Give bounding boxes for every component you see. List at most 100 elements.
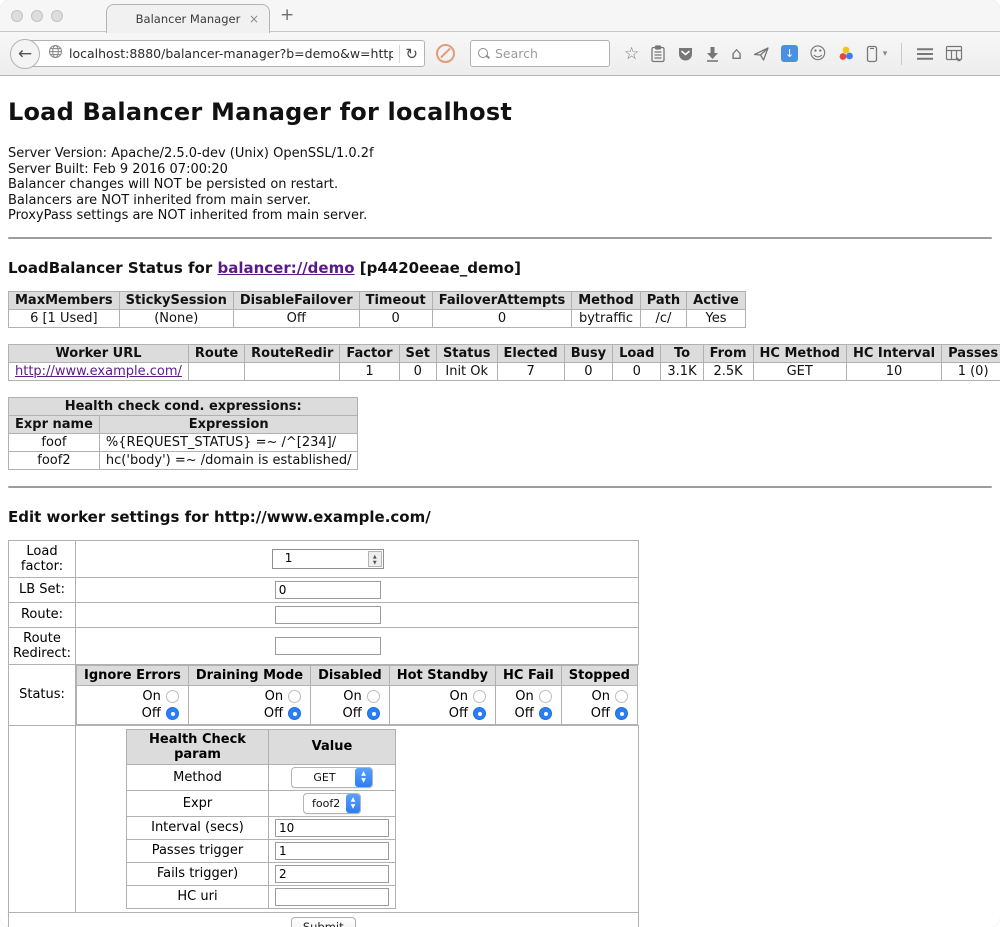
server-info: Server Version: Apache/2.5.0-dev (Unix) …: [8, 146, 992, 224]
column-header: Expr name: [9, 415, 100, 433]
clipboard-icon[interactable]: [650, 45, 666, 63]
browser-window: Balancer Manager × + ← localhost:8880/ba…: [0, 0, 1000, 927]
column-header: Hot Standby: [389, 665, 495, 685]
expr-select[interactable]: foof2▲▼: [303, 793, 361, 814]
column-header: Ignore Errors: [77, 665, 189, 685]
cell-path: /c/: [640, 309, 686, 327]
tab-close-icon[interactable]: ×: [249, 12, 259, 26]
table-title-row: Health check cond. expressions:: [9, 397, 358, 415]
sidebar-grid-icon[interactable]: [945, 45, 963, 62]
minimize-window-button[interactable]: [31, 10, 43, 22]
column-header: Status: [436, 344, 497, 362]
route-input[interactable]: [275, 606, 381, 624]
chevron-down-icon[interactable]: ▾: [883, 49, 888, 59]
toolbar-icons: ☆ ⌂ ↓ ☺ ▾: [624, 43, 963, 65]
color-dots-icon[interactable]: [838, 45, 855, 62]
page-title: Load Balancer Manager for localhost: [8, 76, 992, 136]
hc-uri-input[interactable]: [275, 888, 389, 906]
load-factor-input[interactable]: [282, 550, 374, 567]
hc-row: Expr foof2▲▼: [127, 790, 396, 816]
toolbar-separator: [901, 43, 902, 65]
cell-hc-method: GET: [753, 362, 846, 380]
column-header: HC Method: [753, 344, 846, 362]
worker-row: http://www.example.com/ 1 0 Init Ok 7 0 …: [9, 362, 1000, 380]
status-cell-hot-standby: On Off: [389, 685, 495, 724]
column-header: Active: [687, 291, 746, 309]
column-header: From: [703, 344, 753, 362]
search-placeholder[interactable]: Search: [495, 46, 538, 61]
home-icon[interactable]: ⌂: [731, 45, 742, 63]
url-text[interactable]: localhost:8880/balancer-manager?b=demo&w…: [69, 46, 393, 61]
radio-off[interactable]: [367, 707, 380, 720]
number-spinner-icon[interactable]: ▲▼: [368, 551, 382, 567]
reload-icon[interactable]: ↻: [405, 46, 418, 62]
lb-set-label: LB Set:: [9, 577, 76, 602]
device-icon[interactable]: [866, 45, 878, 63]
radio-on[interactable]: [288, 690, 301, 703]
radio-off[interactable]: [615, 707, 628, 720]
divider: [8, 486, 992, 488]
radio-on[interactable]: [473, 690, 486, 703]
server-info-line: Balancers are NOT inherited from main se…: [8, 193, 992, 209]
submit-button[interactable]: Submit: [291, 917, 356, 927]
radio-off-label: Off: [515, 706, 534, 721]
zoom-window-button[interactable]: [51, 10, 63, 22]
tab-balancer-manager[interactable]: Balancer Manager ×: [106, 4, 270, 33]
radio-on[interactable]: [367, 690, 380, 703]
lb-set-input[interactable]: [275, 581, 381, 599]
radio-off[interactable]: [539, 707, 552, 720]
bookmark-star-icon[interactable]: ☆: [624, 45, 639, 63]
download-arrow-icon[interactable]: [705, 46, 720, 62]
radio-on[interactable]: [539, 690, 552, 703]
cell-busy: 0: [564, 362, 612, 380]
download-panel-icon[interactable]: ↓: [781, 45, 798, 62]
radio-on[interactable]: [615, 690, 628, 703]
smiley-icon[interactable]: ☺: [809, 45, 827, 63]
column-header: HC Fail: [496, 665, 562, 685]
radio-off[interactable]: [473, 707, 486, 720]
url-bar[interactable]: localhost:8880/balancer-manager?b=demo&w…: [25, 40, 425, 67]
interval-input[interactable]: [275, 819, 389, 837]
close-window-button[interactable]: [11, 10, 23, 22]
back-button[interactable]: ←: [10, 39, 40, 69]
status-cell-draining-mode: On Off: [188, 685, 310, 724]
radio-off-label: Off: [449, 706, 468, 721]
balancer-link[interactable]: balancer://demo: [217, 259, 354, 277]
table-row: 6 [1 Used] (None) Off 0 0 bytraffic /c/ …: [9, 309, 746, 327]
expr-name: foof: [9, 433, 100, 451]
radio-off-label: Off: [591, 706, 610, 721]
table-row: foof %{REQUEST_STATUS} =~ /^[234]/: [9, 433, 358, 451]
search-bar[interactable]: Search: [470, 40, 610, 67]
column-header: RouteRedir: [245, 344, 340, 362]
send-icon[interactable]: [753, 46, 770, 62]
cell-from: 2.5K: [703, 362, 753, 380]
radio-off[interactable]: [166, 707, 179, 720]
content-blocked-icon[interactable]: [436, 44, 455, 63]
server-info-line: ProxyPass settings are NOT inherited fro…: [8, 208, 992, 224]
hc-header-row: Health Check param Value: [127, 729, 396, 764]
route-redirect-input[interactable]: [275, 637, 381, 655]
fails-input[interactable]: [275, 865, 389, 883]
interval-label: Interval (secs): [127, 816, 269, 839]
method-label: Method: [127, 764, 269, 790]
new-tab-button[interactable]: +: [280, 5, 294, 25]
worker-url-link[interactable]: http://www.example.com/: [15, 364, 182, 379]
radio-on-label: On: [265, 689, 283, 704]
radio-off[interactable]: [288, 707, 301, 720]
column-header: Route: [188, 344, 244, 362]
radio-on[interactable]: [166, 690, 179, 703]
hc-row: HC uri: [127, 885, 396, 908]
method-select[interactable]: GET▲▼: [291, 767, 373, 788]
worker-settings-form: Load factor: ▲▼ LB Set: Route: Route Red…: [8, 540, 639, 927]
radio-on-label: On: [343, 689, 361, 704]
search-icon: [478, 48, 490, 60]
menu-hamburger-icon[interactable]: [916, 47, 934, 61]
column-header: Expression: [99, 415, 358, 433]
cell-factor: 1: [340, 362, 399, 380]
column-header: Value: [269, 729, 396, 764]
pocket-icon[interactable]: [677, 45, 694, 62]
passes-input[interactable]: [275, 842, 389, 860]
column-header: Method: [572, 291, 640, 309]
window-controls: [11, 10, 63, 22]
status-cell-disabled: On Off: [311, 685, 390, 724]
